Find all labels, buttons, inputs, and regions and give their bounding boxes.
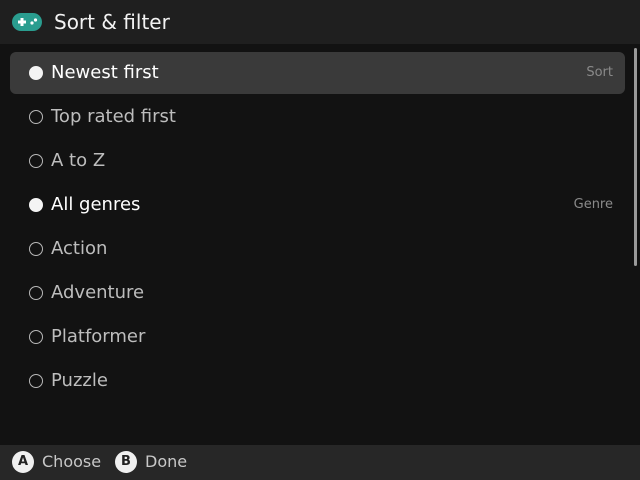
option-action[interactable]: Action (10, 228, 625, 270)
gamepad-icon (12, 13, 42, 31)
option-top-rated-first[interactable]: Top rated first (10, 96, 625, 138)
hint-label: Choose (42, 452, 102, 471)
a-button-icon: A (12, 451, 34, 473)
page-title: Sort & filter (54, 10, 170, 34)
radio-unselected-icon (29, 110, 43, 124)
radio-selected-icon (29, 66, 43, 80)
section-tag-sort: Sort (586, 65, 613, 80)
header-bar: Sort & filter (0, 0, 640, 44)
radio-unselected-icon (29, 154, 43, 168)
radio-unselected-icon (29, 374, 43, 388)
option-label: Platformer (51, 326, 146, 347)
scrollbar[interactable] (634, 48, 637, 266)
option-label: Newest first (51, 62, 159, 83)
option-label: Puzzle (51, 370, 108, 391)
option-label: Adventure (51, 282, 145, 303)
option-newest-first[interactable]: Newest first Sort (10, 52, 625, 94)
option-label: A to Z (51, 150, 106, 171)
radio-unselected-icon (29, 242, 43, 256)
radio-unselected-icon (29, 330, 43, 344)
option-puzzle[interactable]: Puzzle (10, 360, 625, 402)
option-label: Top rated first (51, 106, 176, 127)
option-a-to-z[interactable]: A to Z (10, 140, 625, 182)
option-platformer[interactable]: Platformer (10, 316, 625, 358)
option-adventure[interactable]: Adventure (10, 272, 625, 314)
section-tag-genre: Genre (573, 197, 613, 212)
option-all-genres[interactable]: All genres Genre (10, 184, 625, 226)
radio-unselected-icon (29, 286, 43, 300)
option-label: All genres (51, 194, 141, 215)
footer-hint-bar: A Choose B Done (0, 445, 640, 480)
b-button-icon: B (115, 451, 137, 473)
option-label: Action (51, 238, 108, 259)
radio-selected-icon (29, 198, 43, 212)
hint-label: Done (145, 452, 188, 471)
